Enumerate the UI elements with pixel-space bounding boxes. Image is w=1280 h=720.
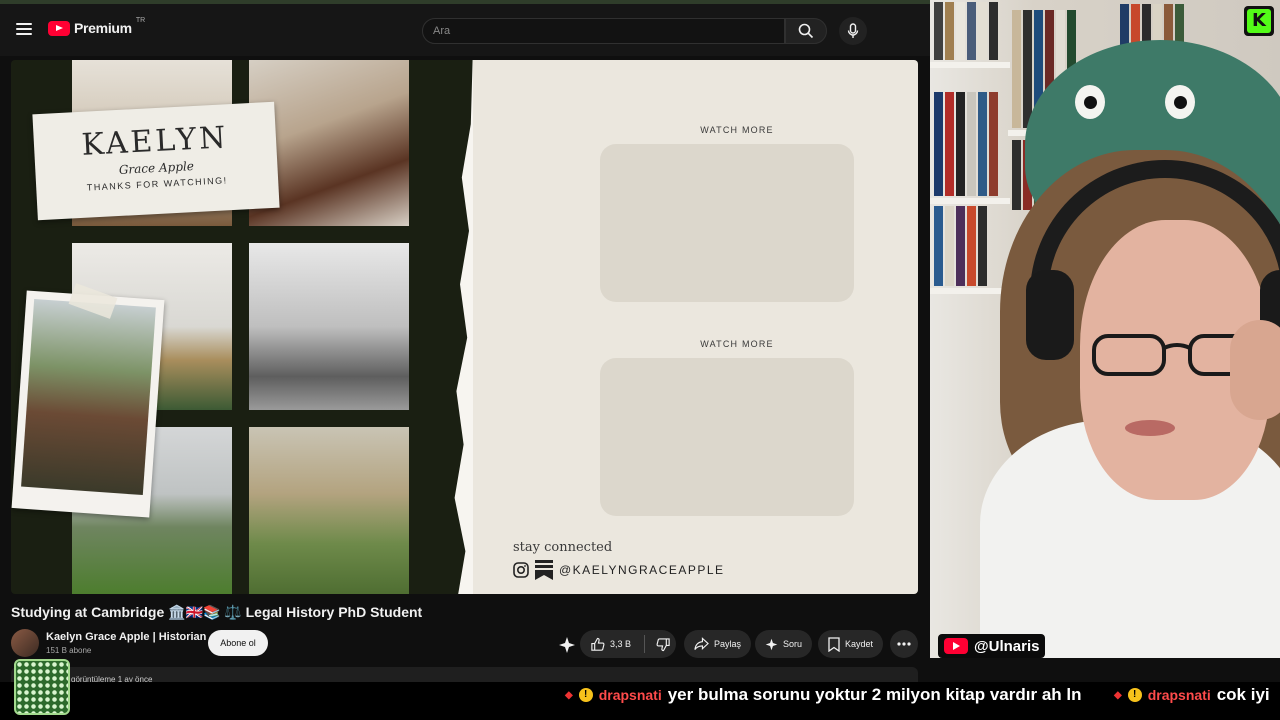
photo-manor <box>249 427 409 594</box>
watch-more-label: WATCH MORE <box>700 339 774 349</box>
paper-panel: WATCH MORE WATCH MORE <box>473 60 918 594</box>
microphone-icon <box>847 23 859 38</box>
streamer-mouth <box>1125 420 1175 436</box>
substack-icon <box>535 560 553 580</box>
youtube-handle-badge: @Ulnaris <box>938 634 1046 658</box>
webcam-feed <box>930 0 1280 658</box>
ask-label: Soru <box>783 639 803 649</box>
polaroid-photo <box>11 290 165 518</box>
stay-connected-label: stay connected <box>513 540 613 555</box>
badge-icon: ! <box>578 688 593 702</box>
channel-avatar[interactable] <box>11 629 39 657</box>
chat-message: ◆ ! drapsnati cok iyi <box>1114 685 1270 705</box>
photo-westminster <box>249 243 409 410</box>
youtube-handle: @Ulnaris <box>974 637 1040 655</box>
end-screen-video-2[interactable] <box>600 358 854 516</box>
instagram-icon <box>513 562 529 578</box>
social-handle-row: @KAELYNGRACEAPPLE <box>513 560 725 580</box>
diamond-icon: ◆ <box>1114 689 1122 701</box>
search-button[interactable] <box>785 18 827 44</box>
thumbs-up-icon[interactable] <box>590 637 605 652</box>
chat-message: ◆ ! drapsnati yer bulma sorunu yoktur 2 … <box>565 685 1082 705</box>
sparkle-icon[interactable] <box>558 636 576 654</box>
diamond-icon: ◆ <box>565 689 573 701</box>
region-label: TR <box>135 16 146 24</box>
more-dots-icon <box>897 642 911 646</box>
ask-button[interactable]: Soru <box>755 630 813 658</box>
chat-text: yer bulma sorunu yoktur 2 milyon kitap v… <box>667 685 1082 704</box>
chat-username: drapsnati <box>1147 687 1211 703</box>
youtube-play-icon <box>48 20 70 36</box>
share-label: Paylaş <box>714 639 742 649</box>
thumbs-down-icon[interactable] <box>656 637 671 652</box>
like-count[interactable]: 3,3 B <box>610 639 631 649</box>
subscriber-count: 151 B abone <box>46 646 92 655</box>
bookmark-icon <box>828 636 840 652</box>
streamer-hand <box>1230 320 1280 420</box>
kick-logo: K <box>1244 6 1274 36</box>
thanks-card: KAELYN Grace Apple THANKS FOR WATCHING! <box>32 101 280 221</box>
search-input[interactable]: Ara <box>422 18 785 44</box>
like-divider <box>644 635 646 653</box>
sparkle-icon <box>765 638 778 650</box>
social-handle: @KAELYNGRACEAPPLE <box>559 563 725 577</box>
ai-sparkle-icon <box>559 637 575 653</box>
headphone-earcup-left <box>1026 270 1074 360</box>
save-label: Kaydet <box>845 639 874 649</box>
badge-icon: ! <box>1127 688 1142 702</box>
watch-more-label: WATCH MORE <box>700 125 774 135</box>
share-button[interactable]: Paylaş <box>684 630 752 658</box>
like-dislike-group: 3,3 B <box>580 630 676 658</box>
chat-emote-icon <box>14 659 70 715</box>
more-actions-button[interactable] <box>890 630 918 658</box>
menu-icon[interactable] <box>16 23 32 35</box>
channel-name[interactable]: Kaelyn Grace Apple | Historian <box>46 631 206 643</box>
save-button[interactable]: Kaydet <box>818 630 884 658</box>
chat-text: cok iyi <box>1216 685 1270 704</box>
chat-username: drapsnati <box>598 687 662 703</box>
end-screen-video-1[interactable] <box>600 144 854 302</box>
voice-search-button[interactable] <box>839 17 867 45</box>
premium-label: Premium <box>74 20 132 36</box>
video-title: Studying at Cambridge 🏛️🇬🇧📚 ⚖️ Legal His… <box>11 604 423 620</box>
youtube-icon <box>944 638 968 654</box>
youtube-logo[interactable]: Premium TR <box>48 16 146 36</box>
video-player[interactable]: KAELYN Grace Apple THANKS FOR WATCHING! … <box>11 60 918 594</box>
subscribe-button[interactable]: Abone ol <box>208 630 268 656</box>
search-icon <box>798 23 814 39</box>
share-icon <box>694 637 709 650</box>
